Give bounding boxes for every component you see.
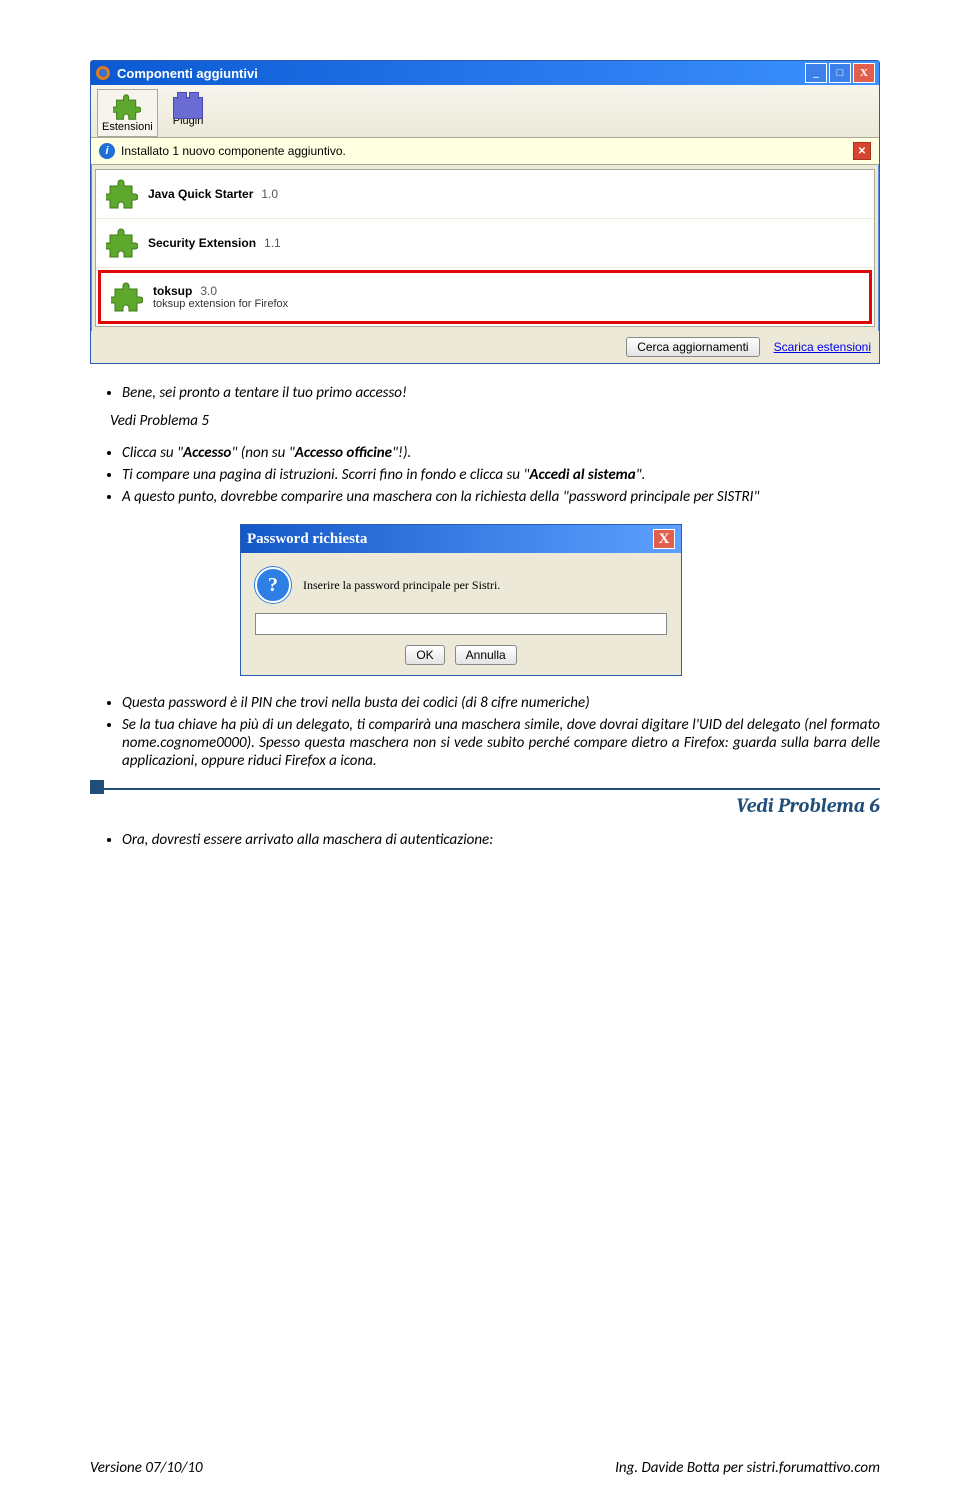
body-text: A questo punto, dovrebbe comparire una m… xyxy=(122,488,880,506)
puzzle-icon xyxy=(106,178,138,210)
password-dialog: Password richiesta X ? Inserire la passw… xyxy=(240,524,682,676)
password-title: Password richiesta xyxy=(247,531,367,548)
puzzle-icon xyxy=(113,93,141,121)
password-message: Inserire la password principale per Sist… xyxy=(303,578,500,593)
puzzle-icon xyxy=(111,281,143,313)
maximize-button[interactable]: □ xyxy=(829,63,851,83)
body-text: Se la tua chiave ha più di un delegato, … xyxy=(122,716,880,770)
body-text: Clicca su "Accesso" (non su "Accesso off… xyxy=(122,444,880,462)
extension-version: 1.1 xyxy=(264,236,281,250)
extension-version: 1.0 xyxy=(261,187,278,201)
firefox-icon xyxy=(95,65,111,81)
cancel-button[interactable]: Annulla xyxy=(455,645,517,665)
extension-row[interactable]: Security Extension 1.1 xyxy=(96,219,874,268)
password-titlebar[interactable]: Password richiesta X xyxy=(241,525,681,553)
puzzle-icon xyxy=(106,227,138,259)
info-icon: i xyxy=(99,143,115,159)
ok-button[interactable]: OK xyxy=(405,645,444,665)
close-button[interactable]: X xyxy=(853,63,875,83)
body-text: Questa password è il PIN che trovi nella… xyxy=(122,694,880,712)
tab-estensioni-label: Estensioni xyxy=(102,121,153,133)
extension-desc: toksup extension for Firefox xyxy=(153,298,288,310)
info-close-button[interactable]: ✕ xyxy=(853,142,871,160)
page-footer: Versione 07/10/10 Ing. Davide Botta per … xyxy=(90,1459,880,1477)
footer-author: Ing. Davide Botta per sistri.forumattivo… xyxy=(615,1459,880,1477)
info-text: Installato 1 nuovo componente aggiuntivo… xyxy=(121,144,346,158)
addons-toolbar: Estensioni Plugin xyxy=(91,85,879,138)
vedi-problema-6-block: Vedi Problema 6 xyxy=(90,780,880,817)
extension-row[interactable]: Java Quick Starter 1.0 xyxy=(96,170,874,219)
addons-bottombar: Cerca aggiornamenti Scarica estensioni xyxy=(91,331,879,363)
check-updates-button[interactable]: Cerca aggiornamenti xyxy=(626,337,759,357)
password-input[interactable] xyxy=(255,613,667,635)
footer-version: Versione 07/10/10 xyxy=(90,1459,203,1477)
body-text: Ora, dovresti essere arrivato alla masch… xyxy=(122,831,880,849)
download-extensions-link[interactable]: Scarica estensioni xyxy=(774,340,871,354)
addons-titlebar[interactable]: Componenti aggiuntivi _ □ X xyxy=(91,61,879,85)
vedi-problema-6: Vedi Problema 6 xyxy=(90,794,880,817)
tab-estensioni[interactable]: Estensioni xyxy=(97,89,158,137)
extension-name: toksup xyxy=(153,284,192,298)
question-icon: ? xyxy=(255,567,291,603)
extension-name: Security Extension xyxy=(148,236,256,250)
extension-list: Java Quick Starter 1.0 Security Extension… xyxy=(95,169,875,327)
body-text: Ti compare una pagina di istruzioni. Sco… xyxy=(122,466,880,484)
addons-window: Componenti aggiuntivi _ □ X Estensioni P… xyxy=(90,60,880,364)
extension-row-highlighted[interactable]: toksup 3.0 toksup extension for Firefox xyxy=(98,270,872,324)
minimize-button[interactable]: _ xyxy=(805,63,827,83)
tab-plugin[interactable]: Plugin xyxy=(168,89,209,137)
extension-name: Java Quick Starter xyxy=(148,187,253,201)
info-bar: i Installato 1 nuovo componente aggiunti… xyxy=(91,138,879,165)
extension-version: 3.0 xyxy=(200,284,217,298)
lego-icon xyxy=(173,97,203,119)
addons-title: Componenti aggiuntivi xyxy=(117,66,258,81)
close-button[interactable]: X xyxy=(653,529,675,549)
vedi-problema-5: Vedi Problema 5 xyxy=(110,412,880,430)
body-text: Bene, sei pronto a tentare il tuo primo … xyxy=(122,384,880,402)
